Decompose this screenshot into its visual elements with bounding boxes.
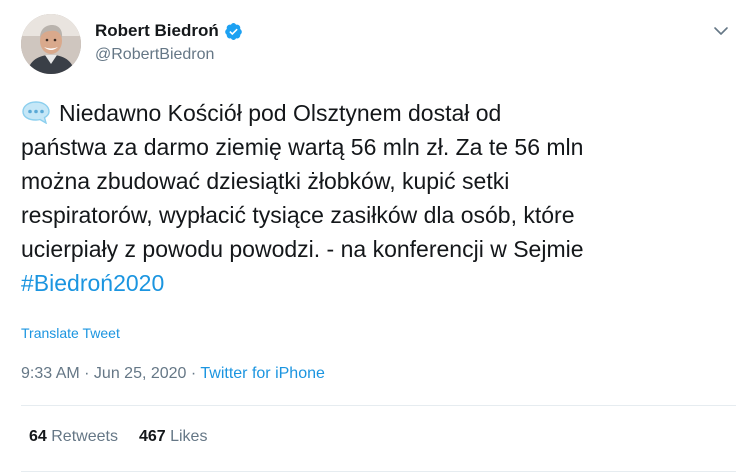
retweets-count: 64 xyxy=(29,428,47,445)
avatar[interactable] xyxy=(21,14,81,74)
author-name-row[interactable]: Robert Biedroń xyxy=(95,19,243,43)
retweets-label: Retweets xyxy=(46,428,118,445)
meta-separator: · xyxy=(186,365,201,382)
divider xyxy=(21,471,736,472)
tweet-source-link[interactable]: Twitter for iPhone xyxy=(200,365,325,382)
tweet-card: Robert Biedroń @RobertBiedron Niedawno K… xyxy=(0,0,750,474)
tweet-meta: 9:33 AM · Jun 25, 2020 · Twitter for iPh… xyxy=(21,365,325,383)
speech-balloon-icon xyxy=(22,101,50,124)
divider xyxy=(21,405,736,406)
tweet-text: Niedawno Kościół pod Olsztynem dostał od… xyxy=(21,96,736,300)
tweet-date[interactable]: Jun 25, 2020 xyxy=(94,365,187,382)
profile-photo xyxy=(21,14,81,74)
tweet-text-content: Niedawno Kościół pod Olsztynem dostał od… xyxy=(21,100,584,262)
hashtag-link[interactable]: #Biedroń2020 xyxy=(21,270,164,296)
tweet-time[interactable]: 9:33 AM xyxy=(21,365,80,382)
likes-count: 467 xyxy=(138,428,166,445)
meta-separator: · xyxy=(79,365,94,382)
likes-label: Likes xyxy=(165,428,208,445)
verified-badge-icon xyxy=(224,22,242,40)
chevron-down-icon[interactable] xyxy=(711,21,731,41)
author-display-name[interactable]: Robert Biedroń xyxy=(95,21,219,41)
translate-tweet-link[interactable]: Translate Tweet xyxy=(21,325,120,341)
tweet-stats: 64 Retweets 467 Likes xyxy=(29,428,228,446)
author-handle[interactable]: @RobertBiedron xyxy=(95,46,214,64)
likes-stat[interactable]: 467 Likes xyxy=(139,428,208,446)
retweets-stat[interactable]: 64 Retweets xyxy=(29,428,118,446)
